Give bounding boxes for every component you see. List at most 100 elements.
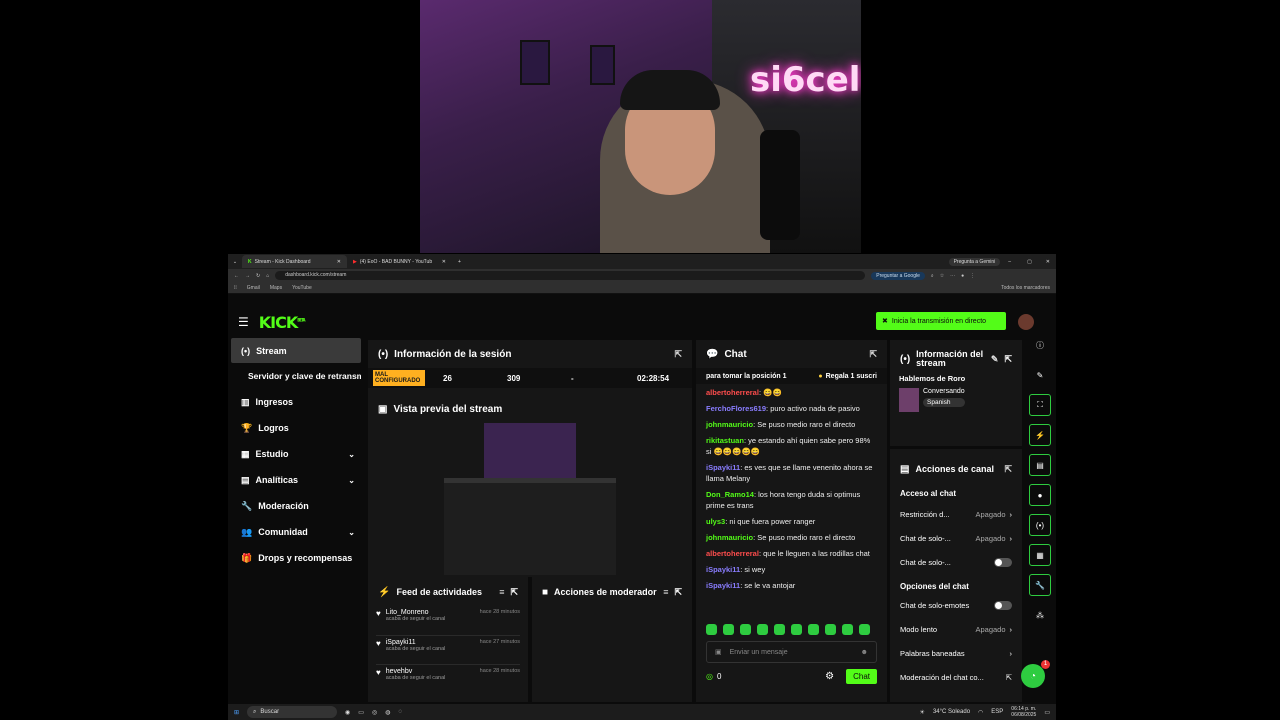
edit-icon[interactable]: ✎ <box>1029 364 1051 386</box>
folder-icon[interactable]: ▭ <box>358 709 364 716</box>
action-row[interactable]: Palabras baneadas › <box>890 641 1022 665</box>
go-live-button[interactable]: ✖ Inicia la transmisión en directo <box>876 312 1006 330</box>
sidebar-item-estudio[interactable]: ▦ Estudio ⌄ <box>231 441 361 467</box>
layout-icon[interactable]: ▦ <box>1029 544 1051 566</box>
sidebar-item-ingresos[interactable]: ▥ Ingresos <box>231 389 361 415</box>
emote-icon[interactable] <box>859 624 870 635</box>
pinned-bar[interactable]: para tomar la posición 1 ● Regala 1 susc… <box>696 368 887 384</box>
ask-google-button[interactable]: Preguntar a Google <box>871 271 925 280</box>
action-row[interactable]: Restricción d... Apagado › <box>890 502 1022 526</box>
app-icon[interactable]: ◉ <box>345 709 350 716</box>
edit-icon[interactable]: ✎ <box>991 354 999 365</box>
profile-icon[interactable]: ● <box>961 273 964 279</box>
weather-text[interactable]: 34°C Soleado <box>933 709 970 715</box>
chat-username[interactable]: rikitastuan <box>706 436 744 445</box>
chat-username[interactable]: FerchoFlores619 <box>706 404 766 413</box>
emote-icon[interactable] <box>808 624 819 635</box>
wrench-icon[interactable]: 🔧 <box>1029 574 1051 596</box>
chat-username[interactable]: albertoherreral <box>706 388 759 397</box>
popout-icon[interactable]: ⇱ <box>510 587 518 598</box>
avatar[interactable] <box>1018 314 1034 330</box>
sidebar-item-drops[interactable]: 🎁 Drops y recompensas <box>231 545 361 571</box>
fullscreen-icon[interactable]: ⛶ <box>1029 394 1051 416</box>
action-row[interactable]: Chat de solo-emotes <box>890 593 1022 617</box>
emoji-icon[interactable]: ▣ <box>715 648 722 656</box>
all-bookmarks-link[interactable]: Todos los marcadores <box>1001 285 1050 291</box>
action-row[interactable]: Chat de solo-... Apagado › <box>890 526 1022 550</box>
emote-icon[interactable] <box>842 624 853 635</box>
gear-icon[interactable]: ⚙ <box>825 671 834 682</box>
chat-username[interactable]: johnmauricio <box>706 533 753 542</box>
close-icon[interactable]: ✕ <box>337 259 341 265</box>
chat-username[interactable]: ulys3 <box>706 517 725 526</box>
new-tab-icon[interactable]: + <box>452 259 467 265</box>
chrome-icon[interactable]: ◎ <box>372 709 377 716</box>
hamburger-menu-icon[interactable]: ☰ <box>238 315 249 329</box>
clock[interactable]: 06:14 p. m. 06/08/2025 <box>1011 706 1036 718</box>
windows-start-icon[interactable]: ⊞ <box>234 709 239 716</box>
chat-username[interactable]: Don_Ramo14 <box>706 490 754 499</box>
toggle[interactable] <box>994 600 1012 610</box>
popout-icon[interactable]: ⇱ <box>674 587 682 598</box>
sidebar-item-logros[interactable]: 🏆 Logros <box>231 415 361 441</box>
emote-icon[interactable] <box>757 624 768 635</box>
smile-icon[interactable]: ☻ <box>861 649 868 656</box>
send-chat-button[interactable]: Chat <box>846 669 877 684</box>
taskbar-search[interactable]: ⌕ Buscar <box>247 706 338 718</box>
app-icon[interactable]: ◌ <box>398 709 402 715</box>
emote-icon[interactable] <box>740 624 751 635</box>
bookmark-gmail[interactable]: Gmail <box>247 285 260 291</box>
tab-kick-dashboard[interactable]: K Stream - Kick Dashboard ✕ <box>242 255 347 268</box>
action-row[interactable]: Chat de solo-... <box>890 550 1022 574</box>
chat-username[interactable]: iSpayki11 <box>706 581 740 590</box>
filter-icon[interactable]: ≡ <box>663 587 668 597</box>
sidebar-item-stream[interactable]: (•) Stream <box>231 338 361 363</box>
document-icon[interactable]: ▤ <box>1029 454 1051 476</box>
emote-icon[interactable] <box>791 624 802 635</box>
notification-icon[interactable]: ▭ <box>1044 709 1050 716</box>
broadcast-icon[interactable]: (•) <box>1029 514 1051 536</box>
popout-icon[interactable]: ⇱ <box>869 349 877 360</box>
tab-youtube[interactable]: ▶ (4) EoO - BAD BUNNY - YouTub ✕ <box>347 255 452 268</box>
bookmark-youtube[interactable]: YouTube <box>292 285 312 291</box>
info-icon[interactable]: ⓘ <box>1029 334 1051 356</box>
menu-icon[interactable]: ⋮ <box>970 273 975 279</box>
emote-icon[interactable] <box>706 624 717 635</box>
sidebar-item-comunidad[interactable]: 👥 Comunidad ⌄ <box>231 519 361 545</box>
gemini-button[interactable]: Pregunta a Gemini <box>948 257 1001 266</box>
sidebar-item-moderacion[interactable]: 🔧 Moderación <box>231 493 361 519</box>
chat-username[interactable]: albertoherreral <box>706 549 759 558</box>
sidebar-item-server-key[interactable]: Servidor y clave de retransmisión <box>231 363 361 389</box>
maximize-icon[interactable]: ▢ <box>1019 259 1040 265</box>
popout-icon[interactable]: ⇱ <box>1004 354 1012 365</box>
kick-logo[interactable]: KICKBETA <box>259 313 306 332</box>
reload-icon[interactable]: ↻ <box>256 273 260 279</box>
forward-icon[interactable]: → <box>245 273 250 279</box>
emote-icon[interactable] <box>825 624 836 635</box>
chat-username[interactable]: iSpayki11 <box>706 565 740 574</box>
share-icon[interactable]: ⁂ <box>1029 604 1051 626</box>
emote-icon[interactable] <box>723 624 734 635</box>
apps-icon[interactable]: ⁞⁞ <box>234 285 237 291</box>
filter-icon[interactable]: ≡ <box>499 587 504 597</box>
url-input[interactable]: dashboard.kick.com/stream <box>275 271 866 280</box>
window-close-icon[interactable]: ✕ <box>1040 259 1056 265</box>
toggle[interactable] <box>994 557 1012 567</box>
tab-search-icon[interactable]: ⌄ <box>228 259 242 265</box>
popout-icon[interactable]: ⇱ <box>674 349 682 360</box>
sidebar-item-analiticas[interactable]: ▤ Analíticas ⌄ <box>231 467 361 493</box>
bookmark-maps[interactable]: Maps <box>270 285 282 291</box>
app-icon[interactable]: ◍ <box>385 709 390 716</box>
back-icon[interactable]: ← <box>234 273 239 279</box>
extensions-icon[interactable]: ⋯ <box>950 273 955 279</box>
language-indicator[interactable]: ESP <box>991 709 1003 715</box>
action-row[interactable]: Moderación del chat co... ⇱ <box>890 665 1022 689</box>
emote-icon[interactable] <box>774 624 785 635</box>
popout-icon[interactable]: ⇱ <box>1004 464 1012 475</box>
home-icon[interactable]: ⌂ <box>266 273 269 279</box>
action-row[interactable]: Modo lento Apagado › <box>890 617 1022 641</box>
chat-input[interactable]: ▣ Enviar un mensaje ☻ <box>706 641 877 663</box>
wifi-icon[interactable]: ◠ <box>978 709 983 716</box>
chat-username[interactable]: iSpayki11 <box>706 463 740 472</box>
chat-username[interactable]: johnmauricio <box>706 420 753 429</box>
